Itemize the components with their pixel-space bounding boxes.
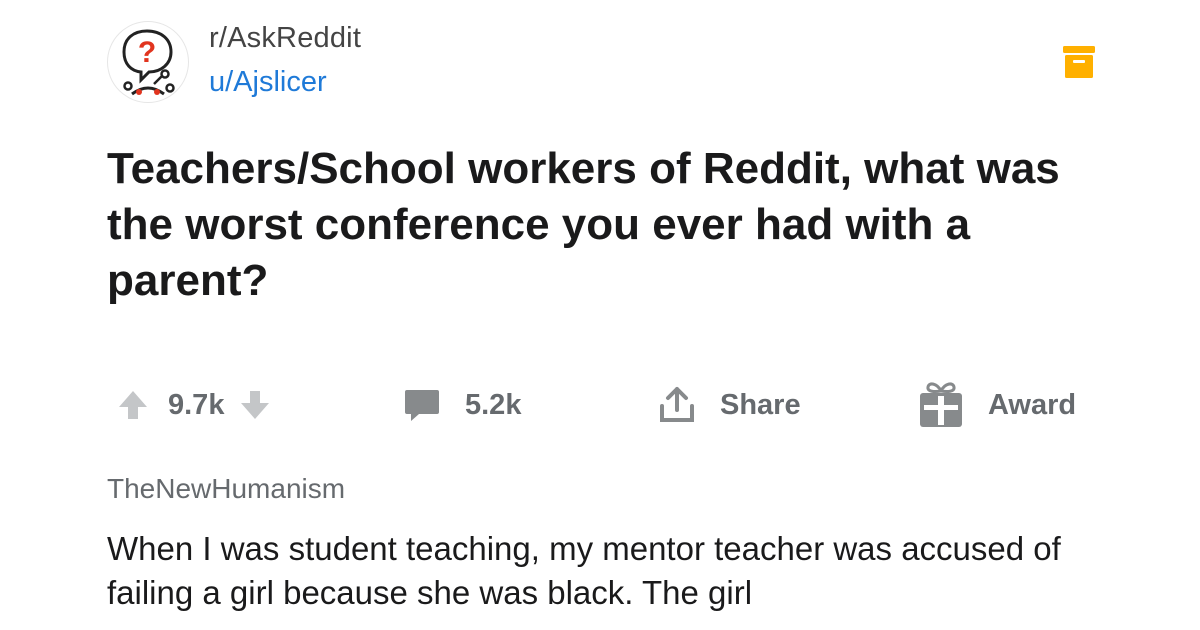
comment-count: 5.2k (465, 388, 522, 421)
archive-icon (1062, 44, 1096, 80)
gift-icon (920, 382, 962, 427)
downvote-arrow-icon[interactable] (238, 388, 272, 422)
share-label: Share (720, 388, 801, 421)
award-label: Award (988, 388, 1077, 421)
share-icon (660, 387, 694, 422)
subreddit-name[interactable]: r/AskReddit (209, 22, 361, 55)
post-author[interactable]: u/Ajslicer (209, 66, 327, 99)
upvote-count: 9.7k (168, 388, 225, 421)
upvote-arrow-icon[interactable] (116, 388, 150, 422)
subreddit-avatar[interactable]: ? (107, 21, 189, 103)
share-button[interactable]: Share (658, 380, 801, 430)
post-title[interactable]: Teachers/School workers of Reddit, what … (107, 141, 1087, 309)
comment-author[interactable]: TheNewHumanism (107, 473, 345, 505)
vote-control: 9.7k (116, 380, 272, 430)
comment-bubble-icon (405, 390, 439, 421)
award-button[interactable]: Award (918, 380, 1076, 430)
svg-text:?: ? (138, 36, 156, 69)
post-action-bar: 9.7k 5.2k Share Award (0, 380, 1200, 430)
comments-button[interactable]: 5.2k (403, 380, 521, 430)
askreddit-logo-icon: ? (122, 29, 175, 96)
comment-body: When I was student teaching, my mentor t… (107, 530, 1061, 611)
